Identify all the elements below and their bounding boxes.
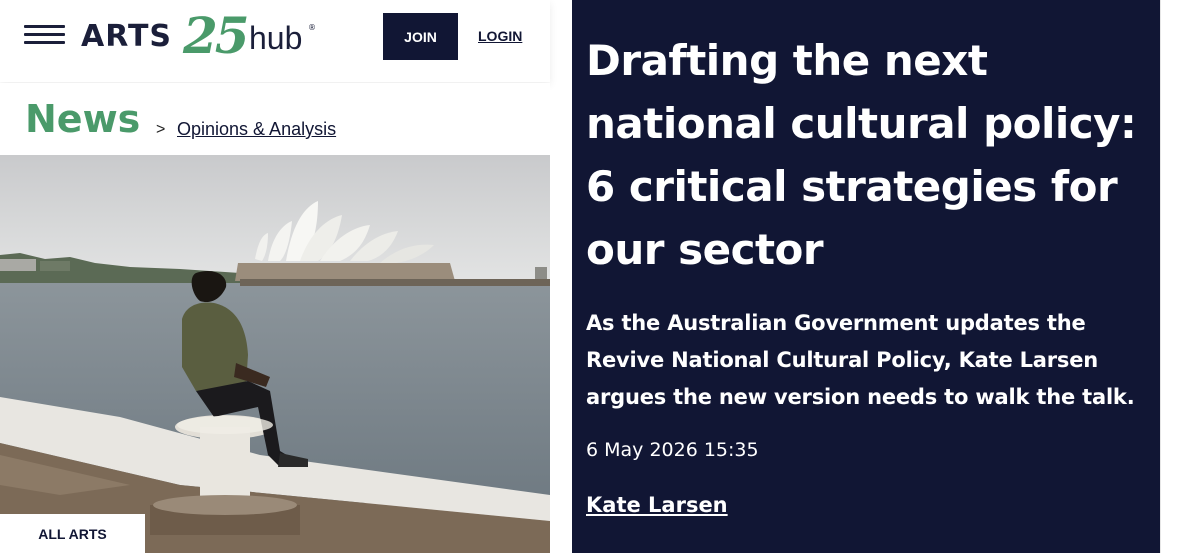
breadcrumb: News > Opinions & Analysis (0, 83, 550, 155)
site-header: ARTS 25 hub ® JOIN LOGIN (0, 0, 550, 82)
artshub-logo[interactable]: ARTS 25 hub ® (81, 8, 321, 70)
section-title[interactable]: News (25, 97, 140, 141)
breadcrumb-category-link[interactable]: Opinions & Analysis (177, 119, 336, 140)
logo-arts-text: ARTS (81, 19, 173, 54)
logo-25-text: 25 (183, 6, 250, 65)
article-date: 6 May 2026 15:35 (586, 439, 759, 461)
article-headline: Drafting the next national cultural poli… (586, 36, 1137, 274)
right-page-edge (1160, 0, 1181, 553)
article-hero-image (0, 155, 550, 553)
login-link[interactable]: LOGIN (478, 28, 522, 44)
category-tag[interactable]: ALL ARTS (0, 514, 145, 553)
article-standfirst: As the Australian Government updates the… (586, 311, 1135, 409)
author-link[interactable]: Kate Larsen (586, 493, 728, 517)
hamburger-menu-icon[interactable] (24, 25, 65, 45)
article-panel: Drafting the next national cultural poli… (572, 0, 1160, 553)
breadcrumb-separator: > (156, 121, 166, 138)
logo-hub-text: hub (249, 20, 303, 56)
registered-mark: ® (308, 23, 316, 32)
join-button[interactable]: JOIN (383, 13, 458, 60)
left-column: ARTS 25 hub ® JOIN LOGIN News > Opinions… (0, 0, 550, 553)
